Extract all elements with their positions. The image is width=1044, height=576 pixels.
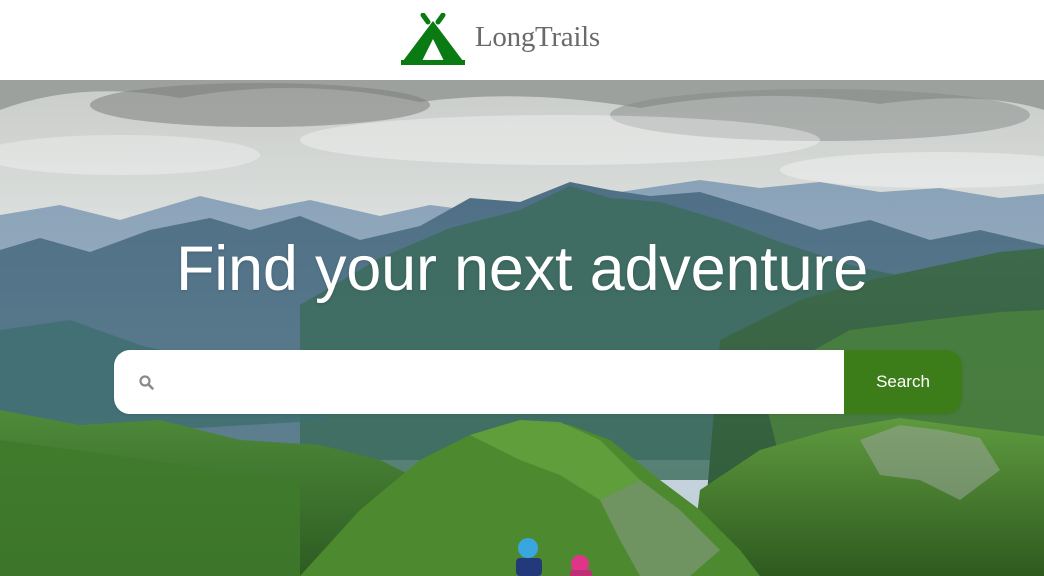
- hero-background-image: [0, 80, 1044, 576]
- brand-home-link[interactable]: LongTrails: [401, 13, 600, 65]
- search-form: Search: [114, 350, 962, 414]
- tent-icon: [401, 13, 465, 65]
- hero-title: Find your next adventure: [175, 234, 869, 304]
- page: LongTrails Find your next adventure Sear…: [0, 0, 1044, 576]
- search-button[interactable]: Search: [844, 350, 962, 414]
- hero-section: Find your next adventure Search: [0, 80, 1044, 576]
- brand-name: LongTrails: [475, 21, 600, 53]
- search-icon: [139, 375, 154, 390]
- search-input[interactable]: [114, 350, 844, 414]
- search-box: [114, 350, 844, 414]
- site-header: LongTrails: [0, 0, 1044, 80]
